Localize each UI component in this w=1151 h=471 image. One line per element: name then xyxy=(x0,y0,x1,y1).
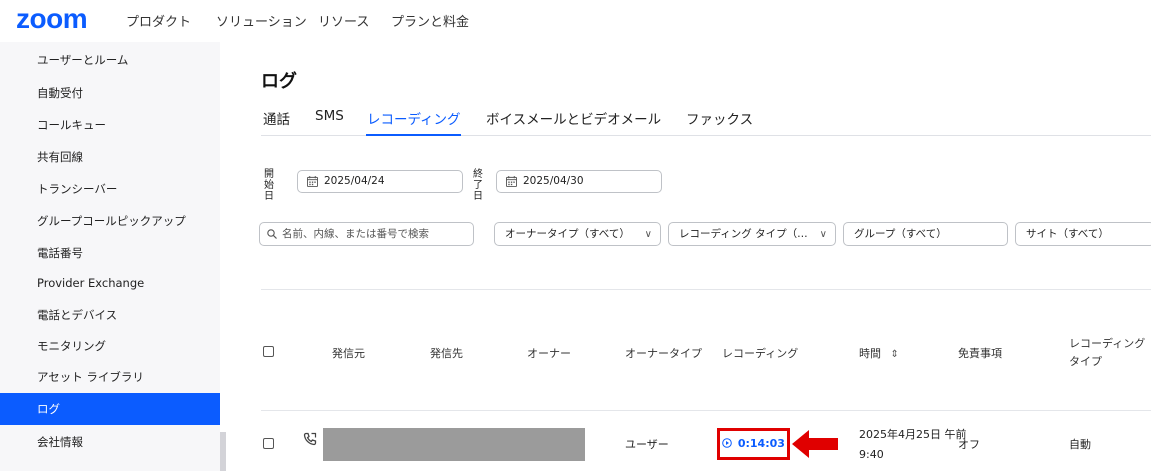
sidebar-item-users-rooms[interactable]: ユーザーとルーム xyxy=(0,44,220,76)
column-header-recording-type: レコーディング タイプ xyxy=(1069,337,1146,368)
tab-sms[interactable]: SMS xyxy=(315,108,344,124)
start-date-label: 開始 日 xyxy=(264,169,274,202)
recording-duration: 0:14:03 xyxy=(737,437,785,450)
column-header-disclaimer: 免責事項 xyxy=(958,347,1002,360)
page-title: ログ xyxy=(261,71,297,92)
start-date-field[interactable]: 2025/04/24 xyxy=(297,170,463,193)
tab-recordings[interactable]: レコーディング xyxy=(367,108,461,128)
active-tab-indicator xyxy=(366,134,461,136)
tab-calls[interactable]: 通話 xyxy=(263,108,290,128)
end-date-label: 終了 日 xyxy=(473,169,483,202)
chevron-down-icon: ∨ xyxy=(644,229,652,240)
row-owner-type: ユーザー xyxy=(625,438,669,451)
owner-type-filter[interactable]: オーナータイプ（すべて） ∨ xyxy=(494,222,661,246)
sidebar-scrollbar[interactable] xyxy=(220,432,226,471)
column-header-owner-type: オーナータイプ xyxy=(625,347,702,360)
site-filter[interactable]: サイト（すべて） xyxy=(1015,222,1151,246)
sidebar-item-call-queue[interactable]: コールキュー xyxy=(0,109,220,141)
calendar-icon xyxy=(506,176,517,187)
nav-pricing[interactable]: プランと料金 xyxy=(391,11,469,30)
sidebar: ユーザーとルーム 自動受付 コールキュー 共有回線 トランシーバー グループコー… xyxy=(0,42,220,471)
sidebar-item-provider-exchange[interactable]: Provider Exchange xyxy=(0,267,220,299)
start-date-value: 2025/04/24 xyxy=(324,175,385,187)
column-header-time[interactable]: 時間 ⇕ xyxy=(859,345,899,361)
tab-fax[interactable]: ファックス xyxy=(686,108,753,128)
sort-icon[interactable]: ⇕ xyxy=(891,349,899,360)
sidebar-item-walkie-talkie[interactable]: トランシーバー xyxy=(0,173,220,205)
top-navigation: zoom プロダクト ソリューション リソース プランと料金 xyxy=(0,0,1151,42)
row-checkbox[interactable] xyxy=(263,438,274,449)
phone-call-icon xyxy=(303,432,317,446)
play-circle-icon xyxy=(722,438,732,448)
calendar-icon xyxy=(307,176,318,187)
sidebar-item-monitoring[interactable]: モニタリング xyxy=(0,330,220,362)
search-icon xyxy=(267,229,277,239)
column-header-recording: レコーディング xyxy=(722,347,799,360)
search-placeholder: 名前、内線、または番号で検索 xyxy=(282,228,429,240)
end-date-field[interactable]: 2025/04/30 xyxy=(496,170,662,193)
table-top-divider xyxy=(261,289,1151,290)
nav-solutions[interactable]: ソリューション xyxy=(216,11,307,30)
sidebar-item-phone-numbers[interactable]: 電話番号 xyxy=(0,237,220,269)
red-arrow-icon xyxy=(792,430,838,458)
sidebar-item-shared-lines[interactable]: 共有回線 xyxy=(0,141,220,173)
nav-product[interactable]: プロダクト xyxy=(126,11,191,30)
sidebar-item-group-call-pickup[interactable]: グループコールピックアップ xyxy=(0,205,220,237)
end-date-value: 2025/04/30 xyxy=(523,175,584,187)
column-header-from: 発信元 xyxy=(332,347,365,360)
row-divider xyxy=(261,410,1151,411)
row-time: 2025年4月25日 午前 9:40 xyxy=(859,428,967,461)
row-disclaimer: オフ xyxy=(958,438,980,451)
column-header-to: 発信先 xyxy=(430,347,463,360)
log-tabs: 通話 SMS レコーディング ボイスメールとビデオメール ファックス xyxy=(261,100,1151,136)
sidebar-item-company-info[interactable]: 会社情報 xyxy=(0,426,220,458)
recording-play-link[interactable]: 0:14:03 xyxy=(722,437,785,450)
tab-voicemail-videomail[interactable]: ボイスメールとビデオメール xyxy=(486,108,661,128)
nav-resources[interactable]: リソース xyxy=(318,11,369,30)
select-all-checkbox[interactable] xyxy=(263,346,274,357)
sidebar-item-logs[interactable]: ログ xyxy=(0,393,220,425)
chevron-down-icon: ∨ xyxy=(819,229,827,240)
recording-type-filter[interactable]: レコーディング タイプ（… ∨ xyxy=(668,222,836,246)
sidebar-item-phones-devices[interactable]: 電話とデバイス xyxy=(0,299,220,331)
column-header-owner: オーナー xyxy=(527,347,571,360)
search-input[interactable]: 名前、内線、または番号で検索 xyxy=(259,222,474,246)
redacted-caller-info xyxy=(323,428,585,461)
sidebar-item-asset-library[interactable]: アセット ライブラリ xyxy=(0,361,220,393)
sidebar-item-auto-receptionist[interactable]: 自動受付 xyxy=(0,77,220,109)
row-recording-type: 自動 xyxy=(1069,438,1091,451)
group-filter[interactable]: グループ（すべて） xyxy=(843,222,1008,246)
zoom-logo[interactable]: zoom xyxy=(16,5,88,33)
